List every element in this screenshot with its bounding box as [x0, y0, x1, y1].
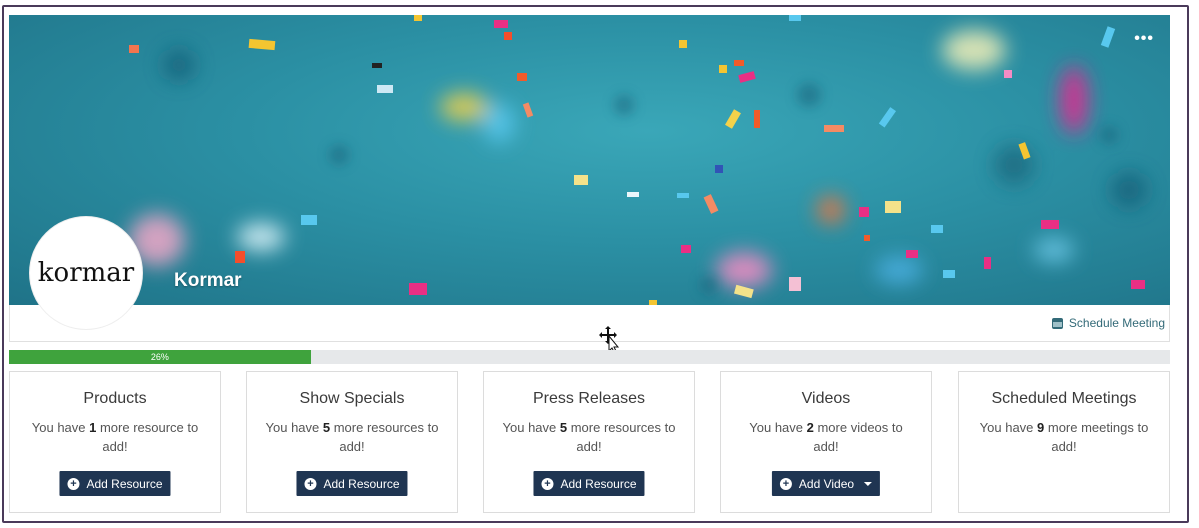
card-press-releases: Press Releases You have 5 more resources…: [483, 371, 695, 513]
card-title: Scheduled Meetings: [991, 390, 1137, 407]
card-title: Press Releases: [532, 390, 646, 407]
company-name: Kormar: [174, 270, 242, 291]
card-message: You have 1 more resource to add!: [31, 420, 199, 454]
schedule-meeting-link[interactable]: Schedule Meeting: [1051, 316, 1165, 330]
card-title: Show Specials: [299, 390, 405, 407]
progress-fill: 26%: [9, 350, 311, 364]
plus-circle-icon: +: [779, 477, 792, 490]
more-options-button[interactable]: •••: [1134, 31, 1154, 47]
button-label: Add Resource: [323, 476, 400, 491]
card-title: Products: [83, 390, 147, 407]
card-message: You have 2 more videos to add!: [749, 420, 903, 454]
card-scheduled-meetings: Scheduled Meetings You have 9 more meeti…: [958, 371, 1170, 513]
move-cursor-icon: [599, 326, 620, 353]
card-videos: Videos You have 2 more videos to add! + …: [720, 371, 932, 513]
cover-banner: •••: [9, 15, 1170, 305]
confetti-decoration: [129, 15, 1147, 305]
company-logo: kormar: [30, 217, 142, 329]
button-label: Add Video: [798, 476, 855, 491]
profile-completion-progress: 26%: [9, 350, 1170, 364]
card-title: Videos: [801, 390, 851, 407]
profile-bar: [9, 305, 1170, 342]
card-products: Products You have 1 more resource to add…: [9, 371, 221, 513]
calendar-icon: [1051, 317, 1063, 329]
logo-wordmark: kormar: [37, 258, 135, 288]
add-resource-button[interactable]: + Add Resource: [296, 471, 408, 496]
button-label: Add Resource: [86, 476, 163, 491]
button-label: Add Resource: [560, 476, 637, 491]
card-message: You have 5 more resources to add!: [265, 420, 439, 454]
schedule-meeting-label: Schedule Meeting: [1068, 316, 1165, 330]
add-video-dropdown-button[interactable]: + Add Video: [771, 471, 881, 496]
card-message: You have 5 more resources to add!: [502, 420, 676, 454]
card-show-specials: Show Specials You have 5 more resources …: [246, 371, 458, 513]
add-resource-button[interactable]: + Add Resource: [59, 471, 171, 496]
caret-down-icon: [864, 481, 873, 486]
add-resource-button[interactable]: + Add Resource: [533, 471, 645, 496]
ellipsis-icon: •••: [1134, 30, 1154, 47]
resource-cards: Products You have 1 more resource to add…: [9, 371, 1170, 513]
plus-circle-icon: +: [67, 477, 80, 490]
plus-circle-icon: +: [304, 477, 317, 490]
card-message: You have 9 more meetings to add!: [979, 420, 1149, 454]
plus-circle-icon: +: [541, 477, 554, 490]
